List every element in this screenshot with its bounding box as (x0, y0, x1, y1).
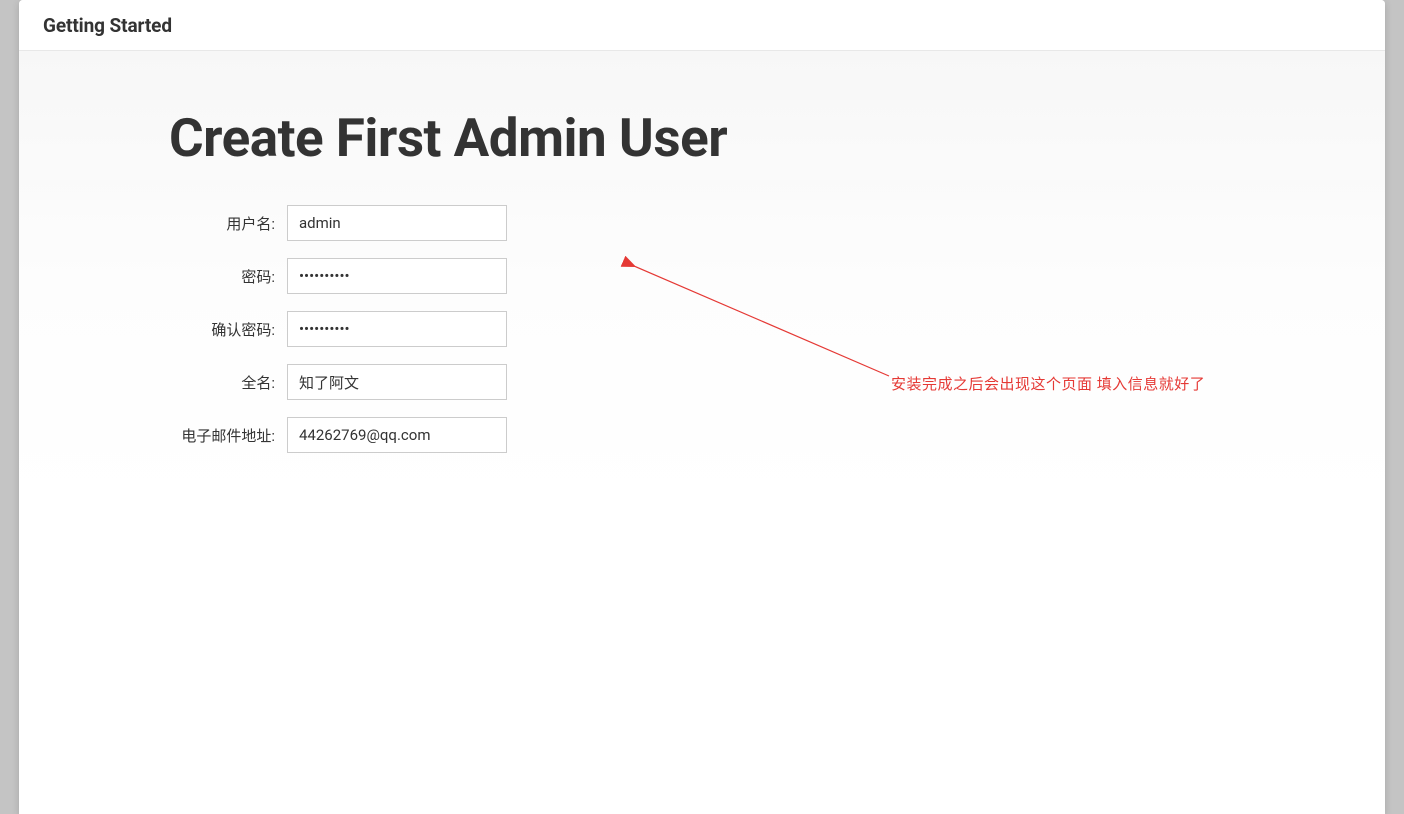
form-row-password: 密码: (159, 258, 1385, 294)
email-label: 电子邮件地址: (159, 425, 287, 446)
page-container: Getting Started Create First Admin User … (19, 0, 1385, 814)
page-content: Create First Admin User 用户名: 密码: 确认密码: 全… (19, 51, 1385, 813)
confirm-password-label: 确认密码: (159, 319, 287, 340)
fullname-input[interactable] (287, 364, 507, 400)
admin-user-form: 用户名: 密码: 确认密码: 全名: 电子邮件地址: (19, 169, 1385, 453)
page-header: Getting Started (19, 0, 1385, 51)
confirm-password-input[interactable] (287, 311, 507, 347)
form-row-email: 电子邮件地址: (159, 417, 1385, 453)
form-row-username: 用户名: (159, 205, 1385, 241)
email-input[interactable] (287, 417, 507, 453)
form-row-confirm-password: 确认密码: (159, 311, 1385, 347)
username-input[interactable] (287, 205, 507, 241)
username-label: 用户名: (159, 213, 287, 234)
annotation-text: 安装完成之后会出现这个页面 填入信息就好了 (891, 373, 1205, 394)
password-input[interactable] (287, 258, 507, 294)
header-title: Getting Started (43, 14, 1361, 37)
password-label: 密码: (159, 266, 287, 287)
main-title: Create First Admin User (19, 51, 1385, 169)
fullname-label: 全名: (159, 372, 287, 393)
